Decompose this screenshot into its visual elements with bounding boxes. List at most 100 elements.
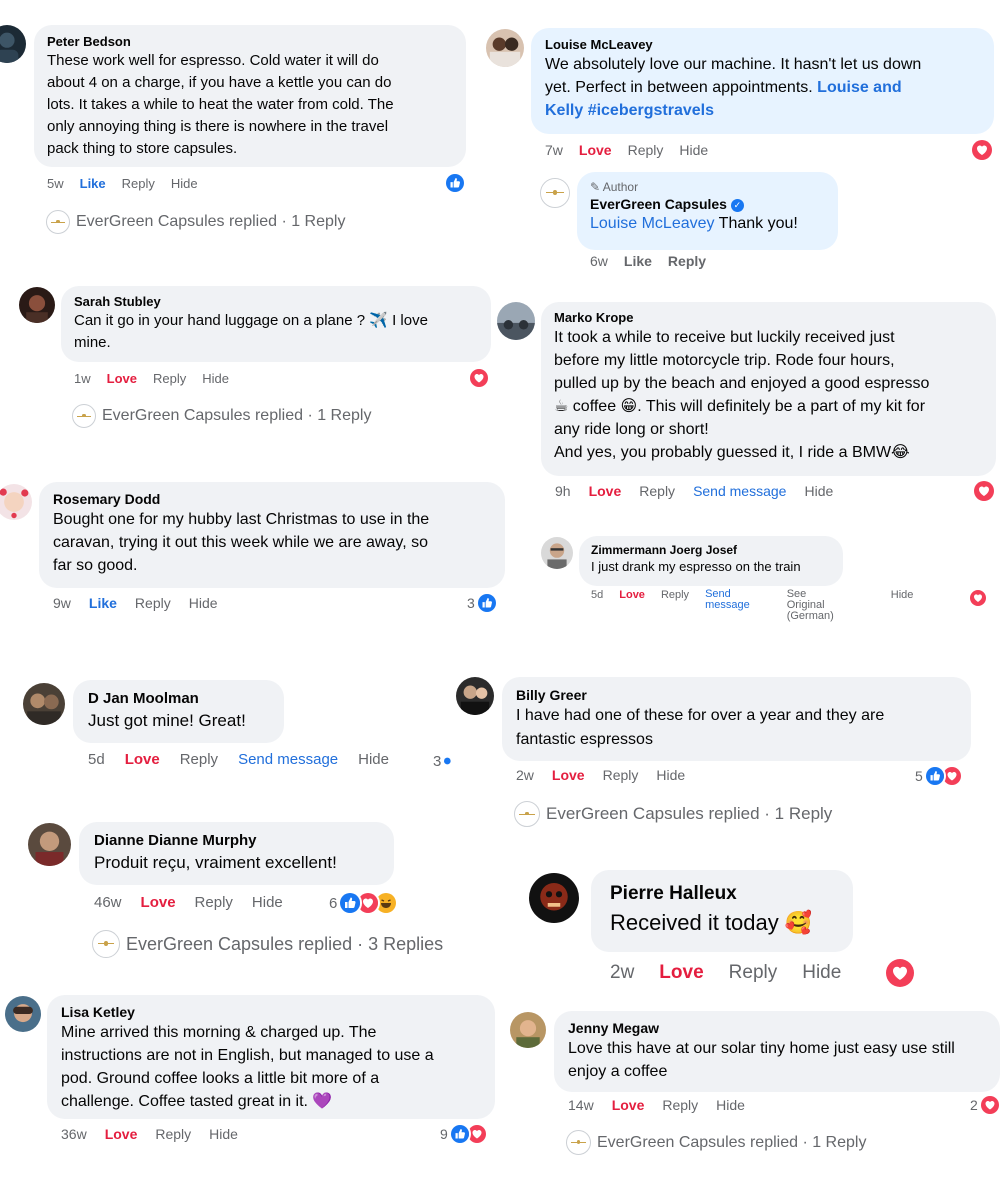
- like-button[interactable]: Like: [80, 176, 106, 191]
- timestamp[interactable]: 46w: [94, 894, 122, 911]
- reply-button[interactable]: Reply: [662, 1097, 698, 1113]
- comment-author[interactable]: Dianne Dianne Murphy: [94, 831, 379, 851]
- replies-link[interactable]: EverGreen Capsules replied · 1 Reply: [514, 801, 832, 827]
- hide-button[interactable]: Hide: [679, 142, 708, 158]
- reaction-summary[interactable]: [444, 172, 466, 194]
- timestamp[interactable]: 5d: [88, 751, 105, 768]
- reaction-summary[interactable]: [970, 138, 994, 162]
- avatar[interactable]: [456, 677, 494, 715]
- reaction-summary[interactable]: 9: [440, 1123, 488, 1145]
- replies-link[interactable]: EverGreen Capsules replied · 1 Reply: [72, 404, 371, 428]
- send-message-button[interactable]: Send message: [238, 751, 338, 768]
- comment-author[interactable]: D Jan Moolman: [88, 689, 269, 709]
- comment-author[interactable]: Louise McLeavey: [545, 37, 980, 53]
- avatar[interactable]: [486, 29, 524, 67]
- reply-button[interactable]: Reply: [628, 142, 664, 158]
- replies-link[interactable]: EverGreen Capsules replied · 1 Reply: [566, 1130, 866, 1155]
- comment-author[interactable]: Marko Krope: [554, 310, 983, 326]
- reaction-summary[interactable]: [468, 367, 490, 389]
- timestamp[interactable]: 6w: [590, 253, 608, 269]
- love-button[interactable]: Love: [619, 589, 645, 601]
- love-button[interactable]: Love: [105, 1126, 138, 1142]
- timestamp[interactable]: 2w: [610, 962, 634, 984]
- hide-button[interactable]: Hide: [656, 767, 685, 783]
- love-button[interactable]: Love: [107, 371, 137, 386]
- timestamp[interactable]: 5w: [47, 176, 64, 191]
- love-button[interactable]: Love: [141, 894, 176, 911]
- avatar[interactable]: [19, 287, 55, 323]
- send-message-button[interactable]: Send message: [693, 483, 786, 499]
- hide-button[interactable]: Hide: [891, 589, 914, 601]
- like-reaction-icon: [338, 891, 363, 915]
- love-button[interactable]: Love: [612, 1097, 645, 1113]
- reaction-summary[interactable]: [972, 479, 996, 503]
- reaction-summary[interactable]: 3: [467, 592, 498, 614]
- comment-author[interactable]: Billy Greer: [516, 686, 957, 704]
- hide-button[interactable]: Hide: [802, 962, 841, 984]
- reaction-summary[interactable]: 3: [433, 751, 453, 771]
- timestamp[interactable]: 1w: [74, 371, 91, 386]
- comment-author[interactable]: Pierre Halleux: [610, 881, 834, 907]
- hide-button[interactable]: Hide: [189, 595, 218, 611]
- comment-author[interactable]: Peter Bedson: [47, 34, 453, 50]
- reply-button[interactable]: Reply: [668, 253, 706, 269]
- reply-button[interactable]: Reply: [603, 767, 639, 783]
- avatar[interactable]: [497, 302, 535, 340]
- comment-author[interactable]: Lisa Ketley: [61, 1003, 481, 1021]
- timestamp[interactable]: 5d: [591, 589, 603, 601]
- replies-link[interactable]: EverGreen Capsules replied · 1 Reply: [46, 210, 345, 234]
- reply-button[interactable]: Reply: [155, 1126, 191, 1142]
- avatar[interactable]: [0, 484, 32, 520]
- reply-button[interactable]: Reply: [661, 589, 689, 601]
- comment-author[interactable]: Zimmermann Joerg Josef: [591, 542, 831, 558]
- comment-author[interactable]: Sarah Stubley: [74, 294, 478, 310]
- avatar[interactable]: [541, 537, 573, 569]
- avatar[interactable]: [0, 25, 26, 63]
- mention-link[interactable]: Louise McLeavey: [590, 215, 715, 232]
- timestamp[interactable]: 9w: [53, 595, 71, 611]
- love-button[interactable]: Love: [552, 767, 585, 783]
- avatar[interactable]: [540, 178, 570, 208]
- reaction-summary[interactable]: 6: [329, 891, 399, 915]
- avatar[interactable]: [510, 1012, 546, 1048]
- timestamp[interactable]: 9h: [555, 483, 571, 499]
- see-original-link[interactable]: See Original (German): [787, 589, 834, 622]
- like-button[interactable]: Like: [624, 253, 652, 269]
- love-button[interactable]: Love: [659, 962, 703, 984]
- timestamp[interactable]: 2w: [516, 767, 534, 783]
- reply-button[interactable]: Reply: [122, 176, 155, 191]
- comment-author[interactable]: Jenny Megaw: [568, 1019, 986, 1037]
- timestamp[interactable]: 36w: [61, 1126, 87, 1142]
- avatar[interactable]: [23, 683, 65, 725]
- love-button[interactable]: Love: [125, 751, 160, 768]
- avatar[interactable]: [529, 873, 579, 923]
- comment-author[interactable]: EverGreen Capsules ✓: [590, 195, 825, 213]
- reaction-summary[interactable]: 5: [915, 765, 963, 787]
- reply-button[interactable]: Reply: [639, 483, 675, 499]
- love-button[interactable]: Love: [589, 483, 622, 499]
- hide-button[interactable]: Hide: [171, 176, 198, 191]
- timestamp[interactable]: 7w: [545, 142, 563, 158]
- reaction-summary[interactable]: [884, 957, 916, 989]
- hide-button[interactable]: Hide: [804, 483, 833, 499]
- avatar[interactable]: [28, 823, 71, 866]
- comment-author[interactable]: Rosemary Dodd: [53, 490, 491, 508]
- reaction-summary[interactable]: 2: [970, 1094, 1000, 1116]
- like-button[interactable]: Like: [89, 595, 117, 611]
- replies-link[interactable]: EverGreen Capsules replied · 3 Replies: [92, 930, 443, 958]
- timestamp[interactable]: 14w: [568, 1097, 594, 1113]
- hide-button[interactable]: Hide: [252, 894, 283, 911]
- reply-button[interactable]: Reply: [135, 595, 171, 611]
- hide-button[interactable]: Hide: [716, 1097, 745, 1113]
- hide-button[interactable]: Hide: [209, 1126, 238, 1142]
- send-message-button[interactable]: Send message: [705, 589, 750, 611]
- love-button[interactable]: Love: [579, 142, 612, 158]
- hide-button[interactable]: Hide: [358, 751, 389, 768]
- reaction-summary[interactable]: [968, 588, 988, 608]
- reply-button[interactable]: Reply: [729, 962, 778, 984]
- reply-button[interactable]: Reply: [195, 894, 233, 911]
- avatar[interactable]: [5, 996, 41, 1032]
- hide-button[interactable]: Hide: [202, 371, 229, 386]
- reply-button[interactable]: Reply: [153, 371, 186, 386]
- reply-button[interactable]: Reply: [180, 751, 218, 768]
